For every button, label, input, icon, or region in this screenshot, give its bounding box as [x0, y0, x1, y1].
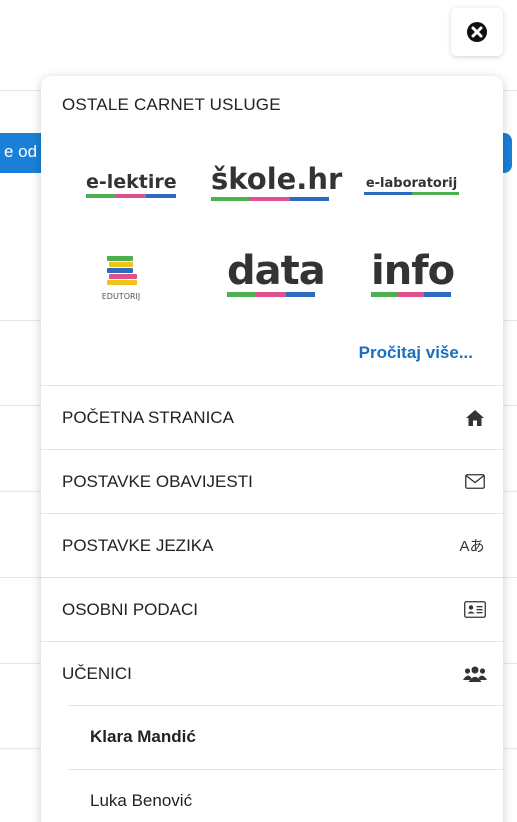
- menu-item-personal-data[interactable]: OSOBNI PODACI: [41, 577, 503, 641]
- users-icon: [463, 662, 487, 686]
- logo-stripe: [86, 194, 176, 198]
- e-lektire-logo-text: e-lektire: [86, 171, 177, 193]
- logo-stripe: [364, 192, 459, 195]
- data-logo-text: data: [227, 248, 326, 294]
- skole-hr-logo[interactable]: škole.hr: [211, 162, 343, 201]
- e-laboratorij-logo-text: e-laboratorij: [365, 176, 458, 191]
- data-logo[interactable]: data: [227, 248, 326, 297]
- menu-item-label: POSTAVKE JEZIKA: [62, 535, 214, 555]
- skole-hr-logo-text: škole.hr: [211, 162, 343, 196]
- logo-stripe: [371, 292, 452, 297]
- background-button-text: e od: [4, 142, 38, 161]
- book-stack-icon: [107, 256, 137, 285]
- id-card-icon: [463, 598, 487, 622]
- student-item[interactable]: Luka Benović: [68, 769, 503, 822]
- e-laboratorij-logo[interactable]: e-laboratorij: [364, 176, 459, 195]
- menu-item-label: POČETNA STRANICA: [62, 407, 234, 427]
- home-icon: [463, 406, 487, 430]
- menu-item-label: OSOBNI PODACI: [62, 599, 199, 619]
- menu-item-home[interactable]: POČETNA STRANICA: [41, 385, 503, 449]
- e-lektire-logo[interactable]: e-lektire: [86, 171, 177, 198]
- menu-item-notification-settings[interactable]: POSTAVKE OBAVIJESTI: [41, 449, 503, 513]
- translate-icon: Aあ: [459, 538, 485, 555]
- menu-item-label: UČENICI: [62, 663, 132, 683]
- menu-item-students[interactable]: UČENICI: [41, 641, 503, 705]
- read-more-link[interactable]: Pročitaj više...: [359, 343, 473, 363]
- close-button[interactable]: [451, 8, 503, 56]
- close-circle-icon: [467, 22, 487, 42]
- edutorij-logo-text: EDUTORIJ: [101, 292, 141, 301]
- menu-item-language-settings[interactable]: POSTAVKE JEZIKA Aあ: [41, 513, 503, 577]
- info-logo-text: info: [371, 248, 455, 294]
- edutorij-logo[interactable]: EDUTORIJ: [101, 254, 141, 304]
- envelope-icon: [463, 470, 487, 494]
- user-menu-panel: OSTALE CARNET USLUGE e-lektire škole.hr …: [41, 76, 503, 822]
- services-title: OSTALE CARNET USLUGE: [62, 95, 281, 114]
- logo-stripe: [227, 292, 315, 297]
- menu-item-label: POSTAVKE OBAVIJESTI: [62, 471, 253, 491]
- info-logo[interactable]: info: [371, 248, 455, 297]
- student-item-active[interactable]: Klara Mandić: [68, 705, 503, 769]
- logo-stripe: [211, 197, 329, 201]
